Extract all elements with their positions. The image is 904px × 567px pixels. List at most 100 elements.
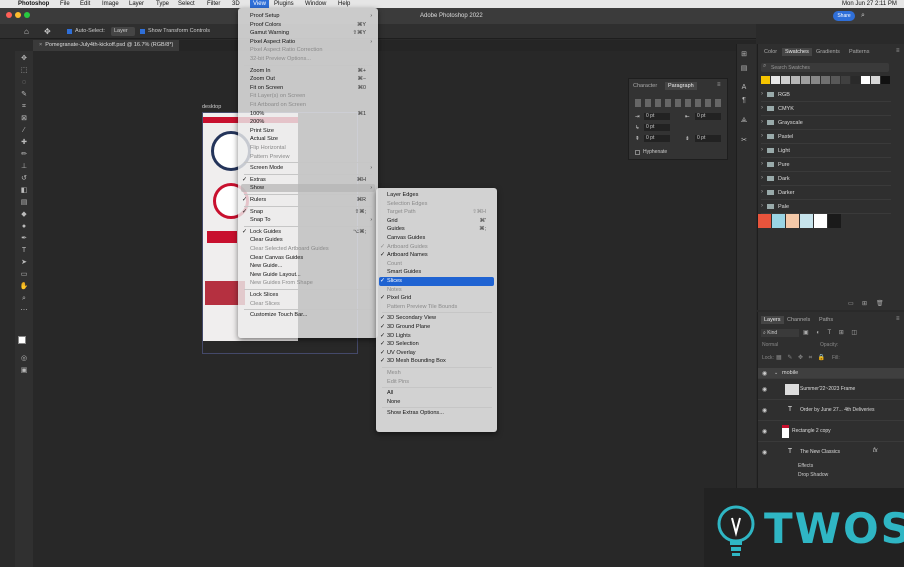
chevron-right-icon[interactable]: › [761, 133, 763, 139]
view-menu-item[interactable]: Customize Touch Bar... [250, 311, 307, 319]
frame-tool-icon[interactable]: ⊠ [18, 114, 30, 124]
paragraph-icon[interactable]: ¶ [737, 97, 751, 107]
view-menu-item[interactable]: Screen Mode [250, 164, 283, 172]
space-after-field[interactable]: 0 pt [695, 135, 721, 142]
swatch-group-row[interactable]: › Light [761, 145, 891, 158]
comments-icon[interactable]: ▤ [737, 64, 751, 74]
lasso-tool-icon[interactable]: ◌ [18, 78, 30, 88]
menu-plugins[interactable]: Plugins [274, 0, 294, 8]
color-swatch[interactable] [881, 76, 890, 84]
color-swatch[interactable] [861, 76, 870, 84]
eye-icon[interactable]: ◉ [762, 370, 767, 377]
view-menu-item[interactable]: Clear Guides [250, 236, 283, 244]
color-swatch[interactable] [814, 214, 827, 228]
chevron-right-icon[interactable]: › [761, 105, 763, 111]
view-menu-item[interactable]: New Guide... [250, 262, 282, 270]
menu-filter[interactable]: Filter [207, 0, 220, 8]
foreground-color-swatch[interactable] [18, 336, 26, 344]
menu-select[interactable]: Select [178, 0, 195, 8]
view-menu-item[interactable]: Print Size [250, 127, 274, 135]
menu-file[interactable]: File [60, 0, 70, 8]
view-menu-item[interactable]: Extras [250, 176, 266, 184]
color-swatch[interactable] [758, 214, 771, 228]
layer-row[interactable]: ◉ T The New Classics fx [758, 443, 904, 463]
color-swatch[interactable] [828, 214, 841, 228]
chevron-right-icon[interactable]: › [761, 119, 763, 125]
lock-icons[interactable]: ▦ ✎ ✥ ⌗ 🔒 [776, 354, 827, 362]
color-swatch[interactable] [772, 214, 785, 228]
quick-select-tool-icon[interactable]: ✎ [18, 90, 30, 100]
menu-view[interactable]: View [250, 0, 269, 8]
blend-mode-dropdown[interactable]: Normal [762, 342, 778, 348]
move-tool-icon[interactable]: ✥ [18, 54, 30, 64]
effects-badge[interactable]: fx [873, 448, 878, 454]
view-menu-item[interactable]: Snap [250, 208, 263, 216]
view-menu-item[interactable]: Proof Colors [250, 21, 281, 29]
show-menu-item[interactable]: 3D Secondary View [387, 314, 436, 322]
search-icon[interactable]: ⌕ [861, 12, 865, 20]
color-swatch[interactable] [761, 76, 770, 84]
show-menu-item[interactable]: All [387, 389, 393, 397]
panel-menu-icon[interactable]: ≡ [896, 48, 900, 54]
show-menu-item[interactable]: Artboard Names [387, 251, 428, 259]
swatch-group-row[interactable]: › Pastel [761, 131, 891, 144]
more-tools-icon[interactable]: ⋯ [18, 306, 30, 316]
tab-patterns[interactable]: Patterns [846, 48, 872, 56]
view-menu-item[interactable]: Zoom In [250, 67, 271, 75]
eraser-tool-icon[interactable]: ◧ [18, 186, 30, 196]
auto-select-checkbox[interactable] [67, 29, 72, 34]
tab-layers[interactable]: Layers [761, 316, 784, 324]
swatch-group-row[interactable]: › Pure [761, 159, 891, 172]
type-tool-icon[interactable]: T [18, 246, 30, 256]
tab-gradients[interactable]: Gradients [813, 48, 843, 56]
swatch-group-row[interactable]: › RGB [761, 89, 891, 102]
menu-layer[interactable]: Layer [129, 0, 144, 8]
history-brush-tool-icon[interactable]: ↺ [18, 174, 30, 184]
tab-channels[interactable]: Channels [784, 316, 813, 324]
view-menu-item[interactable]: Zoom Out [250, 75, 275, 83]
tab-paragraph[interactable]: Paragraph [665, 82, 697, 90]
color-swatch[interactable] [786, 214, 799, 228]
drop-shadow-label[interactable]: Drop Shadow [798, 472, 828, 478]
eye-icon[interactable]: ◉ [762, 386, 767, 393]
color-swatch[interactable] [771, 76, 780, 84]
menu-3d[interactable]: 3D [232, 0, 240, 8]
menu-edit[interactable]: Edit [80, 0, 90, 8]
eye-icon[interactable]: ◉ [762, 449, 767, 456]
color-swatch[interactable] [841, 76, 850, 84]
view-menu-item[interactable]: Show [250, 184, 264, 192]
show-menu-item[interactable]: Slices [387, 277, 402, 285]
share-button[interactable]: Share [833, 11, 855, 21]
properties-icon[interactable]: ⟁ [737, 117, 751, 127]
document-tab[interactable]: × Pomegranate-July4th-kickoff.psd @ 16.7%… [33, 40, 180, 51]
stamp-tool-icon[interactable]: ⊥ [18, 162, 30, 172]
show-menu-item[interactable]: 3D Lights [387, 332, 411, 340]
layer-row[interactable]: ◉ Summer'22~2023 Frame [758, 380, 904, 400]
menu-window[interactable]: Window [305, 0, 326, 8]
chevron-right-icon[interactable]: › [761, 203, 763, 209]
chevron-down-icon[interactable]: ⌄ [774, 370, 778, 376]
color-swatch[interactable] [831, 76, 840, 84]
eyedropper-tool-icon[interactable]: ⁄ [18, 126, 30, 136]
tools-options-icon[interactable]: ✂ [737, 136, 751, 146]
quick-mask-icon[interactable]: ◎ [18, 354, 30, 364]
color-swatch[interactable] [781, 76, 790, 84]
view-menu-item[interactable]: Fit on Screen [250, 84, 283, 92]
show-menu-item[interactable]: Grid [387, 217, 398, 225]
view-menu-item[interactable]: Pixel Aspect Ratio [250, 38, 295, 46]
view-menu-item[interactable]: Gamut Warning [250, 29, 289, 37]
first-line-indent-field[interactable]: 0 pt [644, 124, 670, 131]
space-before-field[interactable]: 0 pt [644, 135, 670, 142]
crop-tool-icon[interactable]: ⌗ [18, 102, 30, 112]
close-window-button[interactable] [6, 12, 12, 18]
hyphenate-checkbox[interactable] [635, 150, 640, 155]
panel-menu-icon[interactable]: ≡ [896, 316, 900, 322]
show-menu-item[interactable]: Layer Edges [387, 191, 418, 199]
auto-select-dropdown[interactable]: Layer [111, 27, 135, 36]
history-icon[interactable]: ⊞ [737, 50, 751, 60]
color-swatch[interactable] [801, 76, 810, 84]
show-menu-item[interactable]: Canvas Guides [387, 234, 425, 242]
move-tool-icon[interactable]: ✥ [44, 27, 51, 36]
screen-mode-icon[interactable]: ▣ [18, 366, 30, 376]
layer-filter-icons[interactable]: ▣ ◐ T ⊞ ◫ [803, 329, 893, 337]
